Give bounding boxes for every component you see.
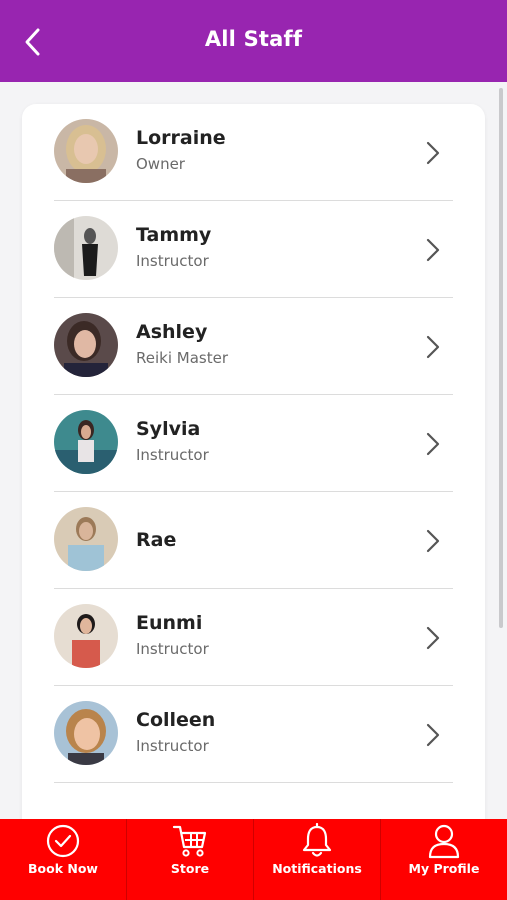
chevron-right-icon — [426, 238, 440, 262]
staff-name: Sylvia — [136, 418, 201, 440]
staff-name: Lorraine — [136, 127, 226, 149]
staff-name: Ashley — [136, 321, 208, 343]
staff-role: Instructor — [136, 737, 209, 755]
staff-row-sylvia[interactable]: Sylvia Instructor — [54, 395, 453, 492]
page-title: All Staff — [204, 27, 303, 51]
staff-role: Instructor — [136, 446, 209, 464]
tab-label: Store — [170, 861, 210, 876]
chevron-right-icon — [426, 723, 440, 747]
staff-role: Owner — [136, 155, 185, 173]
staff-list-card: Lorraine Owner Tammy Instructor Ashley R… — [22, 104, 485, 819]
staff-name: Tammy — [136, 224, 212, 246]
staff-row-colleen[interactable]: Colleen Instructor — [54, 686, 453, 783]
app-header: All Staff — [0, 0, 507, 82]
tab-label: My Profile — [408, 861, 480, 876]
staff-row-eunmi[interactable]: Eunmi Instructor — [54, 589, 453, 686]
tab-book-now[interactable]: Book Now — [0, 819, 127, 900]
bottom-tab-bar: Book Now Store Notifications My Profile — [0, 819, 507, 900]
avatar — [54, 410, 118, 474]
avatar — [54, 701, 118, 765]
tab-label: Notifications — [272, 861, 362, 876]
user-icon — [428, 824, 460, 859]
staff-role: Reiki Master — [136, 349, 228, 367]
scrollbar[interactable] — [499, 88, 503, 628]
staff-row-rae[interactable]: Rae — [54, 492, 453, 589]
tab-my-profile[interactable]: My Profile — [381, 819, 507, 900]
avatar — [54, 507, 118, 571]
avatar — [54, 119, 118, 183]
tab-notifications[interactable]: Notifications — [254, 819, 381, 900]
chevron-right-icon — [426, 432, 440, 456]
chevron-right-icon — [426, 335, 440, 359]
chevron-right-icon — [426, 529, 440, 553]
cart-icon — [172, 825, 207, 857]
staff-row-tammy[interactable]: Tammy Instructor — [54, 201, 453, 298]
staff-role: Instructor — [136, 640, 209, 658]
tab-label: Book Now — [28, 861, 98, 876]
avatar — [54, 216, 118, 280]
staff-role: Instructor — [136, 252, 209, 270]
staff-row-ashley[interactable]: Ashley Reiki Master — [54, 298, 453, 395]
tab-store[interactable]: Store — [127, 819, 254, 900]
bell-icon — [302, 823, 332, 857]
staff-name: Eunmi — [136, 612, 203, 634]
staff-name: Colleen — [136, 709, 216, 731]
avatar — [54, 313, 118, 377]
avatar — [54, 604, 118, 668]
chevron-right-icon — [426, 626, 440, 650]
chevron-right-icon — [426, 141, 440, 165]
staff-name: Rae — [136, 529, 177, 551]
check-circle-icon — [46, 824, 80, 858]
staff-row-lorraine[interactable]: Lorraine Owner — [54, 104, 453, 201]
staff-list-area[interactable]: Lorraine Owner Tammy Instructor Ashley R… — [0, 82, 507, 819]
